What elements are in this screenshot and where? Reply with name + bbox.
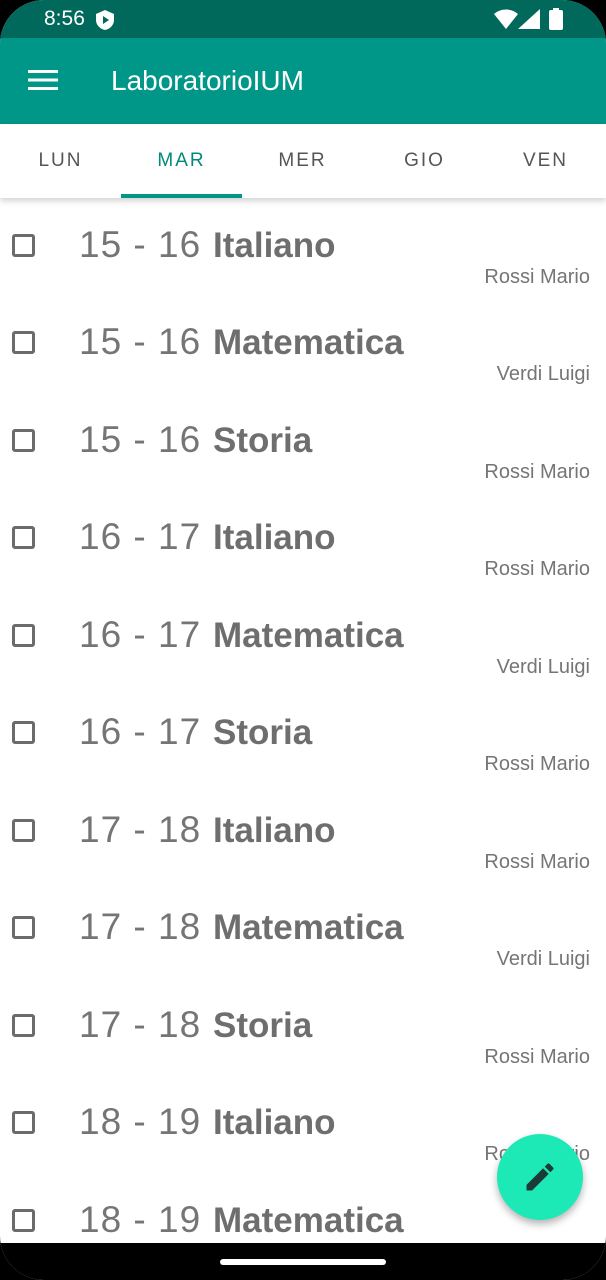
app-bar: LaboratorioIUM <box>0 38 606 124</box>
lesson-hours: 15 - 16 <box>79 224 202 265</box>
tab-mer[interactable]: MER <box>242 124 363 198</box>
lesson-subject: Matematica <box>213 1201 404 1240</box>
lesson-checkbox[interactable] <box>12 526 35 549</box>
lesson-hours: 17 - 18 <box>79 906 202 947</box>
lesson-teacher: Rossi Mario <box>484 851 590 873</box>
lesson-subject: Storia <box>213 713 313 752</box>
lesson-teacher: Rossi Mario <box>484 1046 590 1068</box>
lesson-list[interactable]: 15 - 16 Italiano Rossi Mario 15 - 16 Mat… <box>0 198 606 1243</box>
lesson-teacher: Rossi Mario <box>484 461 590 483</box>
lesson-row[interactable]: 16 - 17 Storia Rossi Mario <box>0 685 606 782</box>
lesson-hours: 18 - 19 <box>79 1101 202 1142</box>
lesson-hours: 17 - 18 <box>79 1004 202 1045</box>
lesson-subject: Italiano <box>213 811 336 850</box>
lesson-subject: Matematica <box>213 908 404 947</box>
lesson-teacher: Verdi Luigi <box>496 656 590 678</box>
lesson-subject: Italiano <box>213 226 336 265</box>
lesson-checkbox[interactable] <box>12 624 35 647</box>
edit-fab-button[interactable] <box>497 1134 583 1220</box>
lesson-hours: 15 - 16 <box>79 419 202 460</box>
lesson-subject: Matematica <box>213 616 404 655</box>
lesson-hours: 16 - 17 <box>79 711 202 752</box>
status-bar: 8:56 <box>0 0 606 38</box>
active-tab-indicator <box>121 194 242 198</box>
shield-play-icon <box>96 10 114 35</box>
lesson-checkbox[interactable] <box>12 331 35 354</box>
lesson-checkbox[interactable] <box>12 429 35 452</box>
lesson-hours: 15 - 16 <box>79 321 202 362</box>
lesson-subject: Matematica <box>213 323 404 362</box>
lesson-checkbox[interactable] <box>12 721 35 744</box>
lesson-teacher: Verdi Luigi <box>496 948 590 970</box>
battery-icon <box>549 8 563 35</box>
lesson-subject: Storia <box>213 421 313 460</box>
lesson-checkbox[interactable] <box>12 819 35 842</box>
lesson-row[interactable]: 15 - 16 Matematica Verdi Luigi <box>0 295 606 392</box>
lesson-hours: 17 - 18 <box>79 809 202 850</box>
wifi-icon <box>494 9 518 34</box>
lesson-row[interactable]: 17 - 18 Italiano Rossi Mario <box>0 783 606 880</box>
lesson-checkbox[interactable] <box>12 1014 35 1037</box>
navigation-bar <box>0 1243 606 1280</box>
lesson-teacher: Rossi Mario <box>484 266 590 288</box>
lesson-teacher: Rossi Mario <box>484 558 590 580</box>
lesson-teacher: Rossi Mario <box>484 753 590 775</box>
lesson-hours: 16 - 17 <box>79 516 202 557</box>
lesson-subject: Storia <box>213 1006 313 1045</box>
tab-mar[interactable]: MAR <box>121 124 242 198</box>
lesson-row[interactable]: 17 - 18 Storia Rossi Mario <box>0 978 606 1075</box>
lesson-row[interactable]: 15 - 16 Storia Rossi Mario <box>0 393 606 490</box>
lesson-checkbox[interactable] <box>12 916 35 939</box>
tab-lun[interactable]: LUN <box>0 124 121 198</box>
lesson-checkbox[interactable] <box>12 1209 35 1232</box>
lesson-row[interactable]: 17 - 18 Matematica Verdi Luigi <box>0 880 606 977</box>
lesson-hours: 18 - 19 <box>79 1199 202 1240</box>
signal-icon <box>518 9 540 34</box>
app-screen: 8:56 LaboratorioIUM LUN MAR MER GIO VEN … <box>0 0 606 1280</box>
lesson-subject: Italiano <box>213 1103 336 1142</box>
day-tab-bar: LUN MAR MER GIO VEN <box>0 124 606 198</box>
status-time: 8:56 <box>44 7 85 30</box>
lesson-row[interactable]: 16 - 17 Matematica Verdi Luigi <box>0 588 606 685</box>
lesson-subject: Italiano <box>213 518 336 557</box>
lesson-teacher: Verdi Luigi <box>496 363 590 385</box>
app-title: LaboratorioIUM <box>111 65 304 96</box>
pencil-icon <box>526 1163 554 1191</box>
lesson-row[interactable]: 16 - 17 Italiano Rossi Mario <box>0 490 606 587</box>
menu-icon[interactable] <box>28 68 58 92</box>
lesson-row[interactable]: 15 - 16 Italiano Rossi Mario <box>0 198 606 295</box>
lesson-checkbox[interactable] <box>12 1111 35 1134</box>
home-gesture-handle[interactable] <box>220 1259 386 1265</box>
tab-gio[interactable]: GIO <box>364 124 485 198</box>
tab-ven[interactable]: VEN <box>485 124 606 198</box>
lesson-checkbox[interactable] <box>12 234 35 257</box>
lesson-hours: 16 - 17 <box>79 614 202 655</box>
